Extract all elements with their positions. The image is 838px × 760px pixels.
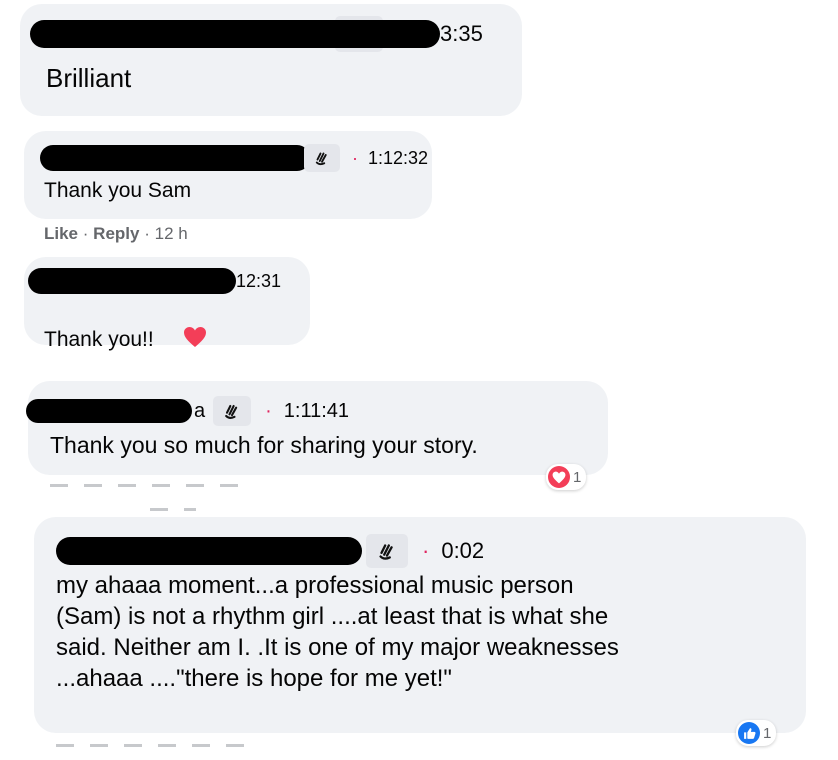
separator: · xyxy=(82,224,89,243)
comment-5-header: · 0:02 xyxy=(56,534,484,568)
cut-off-actions xyxy=(56,744,256,747)
comment-2-header: · 1:12:32 xyxy=(40,144,428,172)
comment-timestamp[interactable]: 12:31 xyxy=(236,271,281,292)
comment-3-header: 12:31 xyxy=(28,268,281,294)
wave-badge-icon xyxy=(213,396,252,426)
like-link[interactable]: Like xyxy=(44,224,78,243)
redacted-name xyxy=(26,399,192,423)
reaction-count: 1 xyxy=(763,724,772,742)
comment-text: my ahaaa moment...a professional music p… xyxy=(56,572,619,692)
comment-timestamp[interactable]: 1:11:41 xyxy=(284,400,349,423)
reaction-count: 1 xyxy=(573,468,582,486)
redacted-name xyxy=(40,145,310,171)
timestamp-dot: · xyxy=(265,399,272,422)
comment-text: Brilliant xyxy=(46,63,132,93)
comment-text: Thank you!! xyxy=(44,302,207,378)
redacted-name xyxy=(28,268,236,294)
reaction-badge[interactable]: 1 xyxy=(736,720,777,746)
red-heart-icon xyxy=(160,302,207,378)
wave-badge-icon xyxy=(304,144,340,172)
comment-4-header: a · 1:11:41 xyxy=(26,396,349,426)
comment-text: Thank you Sam xyxy=(44,179,192,202)
comment-actions: Like · Reply · 12 h xyxy=(44,224,188,244)
comment-age[interactable]: 12 h xyxy=(155,224,188,243)
redacted-name xyxy=(30,20,440,48)
separator: · xyxy=(144,224,150,243)
wave-badge-icon xyxy=(366,534,408,568)
reaction-badge[interactable]: 1 xyxy=(546,464,587,490)
comment-timestamp[interactable]: 3:35 xyxy=(440,21,483,47)
redacted-name xyxy=(56,537,362,565)
like-reaction-icon xyxy=(738,722,760,744)
reply-link[interactable]: Reply xyxy=(93,224,139,243)
love-reaction-icon xyxy=(548,466,570,488)
comment-text: Thank you so much for sharing your story… xyxy=(50,432,478,458)
cut-off-actions xyxy=(50,484,250,487)
comment-text-content: Thank you!! xyxy=(44,328,154,351)
name-suffix: a xyxy=(194,399,206,422)
comment-1-header: 3:35 xyxy=(30,16,483,52)
comment-timestamp[interactable]: 1:12:32 xyxy=(368,148,428,169)
cut-off-line xyxy=(150,508,196,511)
timestamp-dot: · xyxy=(352,147,358,168)
comment-timestamp[interactable]: 0:02 xyxy=(441,538,484,564)
timestamp-dot: · xyxy=(422,538,430,563)
